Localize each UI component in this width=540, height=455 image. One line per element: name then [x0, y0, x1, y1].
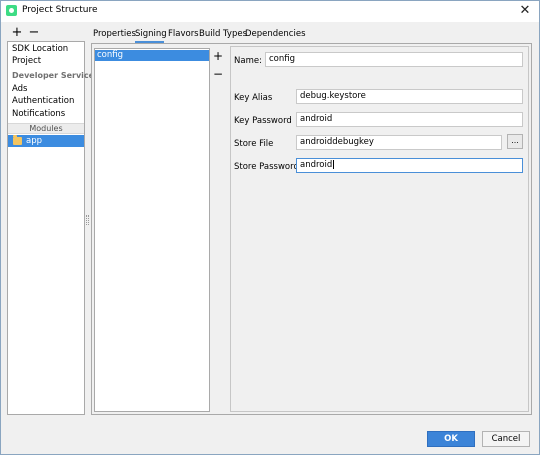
browse-store-file-button[interactable]: ...: [507, 134, 523, 149]
ok-button[interactable]: OK: [427, 431, 475, 447]
name-label: Name:: [234, 56, 262, 66]
tab-flavors[interactable]: Flavors: [168, 29, 199, 39]
remove-module-button[interactable]: −: [28, 26, 40, 39]
key-password-field[interactable]: android: [296, 112, 523, 127]
cancel-button[interactable]: Cancel: [482, 431, 530, 447]
name-field[interactable]: config: [265, 52, 523, 67]
sidebar-item-notifications[interactable]: Notifications: [12, 109, 65, 119]
signing-config-list: config: [94, 48, 210, 412]
tab-properties[interactable]: Properties: [93, 29, 136, 39]
key-password-label: Key Password: [234, 116, 292, 126]
remove-config-button[interactable]: −: [212, 68, 224, 80]
modules-section: Modules: [8, 123, 84, 134]
sidebar-item-sdk-location[interactable]: SDK Location: [12, 44, 68, 54]
key-alias-field[interactable]: debug.keystore: [296, 89, 523, 104]
sidebar-navigation: SDK Location Project Developer Services …: [7, 41, 99, 415]
tab-build-types[interactable]: Build Types: [199, 29, 247, 39]
pane-splitter[interactable]: [86, 41, 90, 415]
close-icon[interactable]: ✕: [516, 2, 534, 20]
module-folder-icon: [13, 135, 22, 145]
modules-header: Modules: [29, 124, 63, 133]
sidebar-item-ads[interactable]: Ads: [12, 84, 28, 94]
store-password-field[interactable]: android: [296, 158, 523, 173]
store-file-field[interactable]: androiddebugkey: [296, 135, 502, 150]
add-module-button[interactable]: +: [11, 26, 23, 39]
store-file-label: Store File: [234, 139, 274, 149]
add-config-button[interactable]: +: [212, 50, 224, 62]
sidebar-item-app[interactable]: app: [8, 135, 84, 147]
sidebar-item-authentication[interactable]: Authentication: [12, 96, 74, 106]
splitter-grip-icon: [86, 215, 89, 225]
tab-signing[interactable]: Signing: [135, 29, 167, 39]
tab-dependencies[interactable]: Dependencies: [245, 29, 306, 39]
sidebar-item-label: app: [26, 136, 42, 146]
sidebar-item-project[interactable]: Project: [12, 56, 41, 66]
key-alias-label: Key Alias: [234, 93, 273, 103]
store-password-value: android: [300, 160, 333, 170]
window-title: Project Structure: [22, 5, 98, 15]
store-password-label: Store Password: [234, 162, 299, 172]
text-caret: [333, 160, 335, 169]
list-item-config[interactable]: config: [95, 50, 209, 61]
android-studio-icon: [6, 5, 17, 16]
